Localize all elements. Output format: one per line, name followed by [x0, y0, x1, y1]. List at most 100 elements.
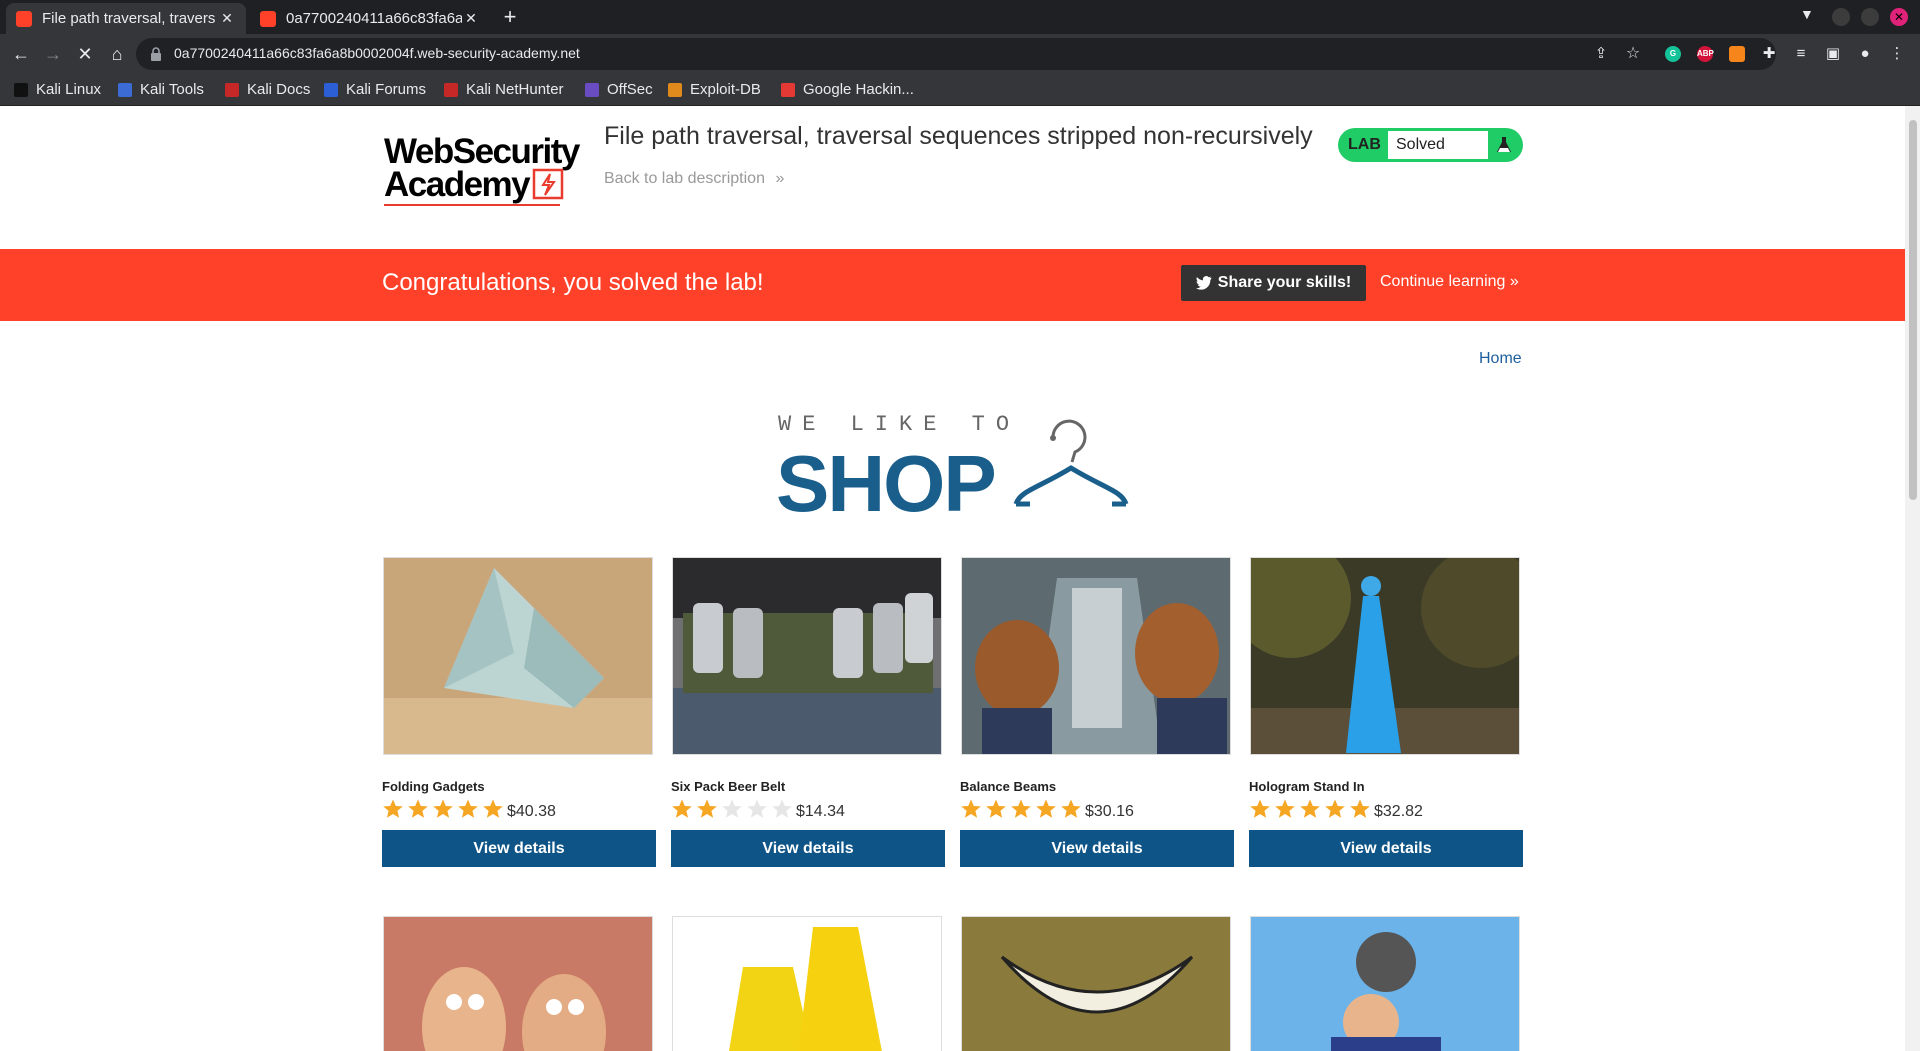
star-filled-icon	[1061, 799, 1081, 818]
metamask-icon[interactable]	[1729, 46, 1745, 62]
share-skills-button[interactable]: Share your skills!	[1181, 265, 1366, 301]
star-filled-icon	[1300, 799, 1320, 818]
star-filled-icon	[458, 799, 478, 818]
bookmark-star-icon[interactable]: ☆	[1622, 43, 1644, 65]
bookmark-google-hacking[interactable]: Google Hackin...	[781, 81, 914, 98]
hanger-icon	[1013, 419, 1129, 507]
close-window-button[interactable]: ✕	[1890, 8, 1908, 26]
view-details-button[interactable]: View details	[382, 830, 656, 867]
product-image[interactable]	[672, 916, 942, 1051]
logo-line-2: Academy	[384, 165, 531, 204]
forward-icon[interactable]: →	[42, 43, 64, 65]
extensions-icon[interactable]: ✚	[1758, 43, 1780, 65]
exploit-db-icon	[668, 82, 682, 97]
product-name: Balance Beams	[960, 779, 1057, 794]
portswigger-icon	[16, 10, 32, 27]
continue-learning-link[interactable]: Continue learning »	[1380, 273, 1519, 291]
star-filled-icon	[1275, 799, 1295, 818]
close-icon[interactable]: ✕	[462, 10, 480, 27]
ghdb-icon	[781, 82, 795, 97]
product-image[interactable]	[1250, 916, 1520, 1051]
share-icon[interactable]: ⇪	[1590, 43, 1612, 65]
kali-icon	[14, 82, 28, 97]
portswigger-icon	[260, 10, 276, 27]
bookmark-kali-linux[interactable]: Kali Linux	[14, 81, 101, 98]
browser-toolbar: ← → ✕ ⌂ 0a7700240411a66c83fa6a8b0002004f…	[0, 34, 1920, 74]
web-security-academy-logo[interactable]: WebSecurity Academy	[384, 126, 584, 206]
tab-title: 0a7700240411a66c83fa6a	[286, 10, 462, 27]
twitter-icon	[1195, 276, 1212, 290]
lightning-icon	[532, 168, 564, 200]
bookmark-label: Kali NetHunter	[466, 81, 564, 98]
continue-label: Continue learning	[1380, 273, 1506, 290]
rating-stars	[382, 798, 507, 820]
product-image-hologram-stand-in[interactable]	[1250, 557, 1520, 755]
new-tab-button[interactable]: +	[497, 4, 523, 30]
congrats-message: Congratulations, you solved the lab!	[382, 269, 764, 296]
maximize-button[interactable]	[1861, 8, 1879, 26]
rating-stars	[1249, 798, 1374, 820]
bookmark-kali-nethunter[interactable]: Kali NetHunter	[444, 81, 564, 98]
kali-forums-icon	[324, 82, 338, 97]
back-link-label: Back to lab description	[604, 170, 765, 187]
menu-icon[interactable]: ⋮	[1886, 43, 1908, 65]
home-icon[interactable]: ⌂	[106, 43, 128, 65]
double-chevron-right-icon: »	[775, 170, 785, 187]
product-name: Hologram Stand In	[1249, 779, 1365, 794]
url-text[interactable]: 0a7700240411a66c83fa6a8b0002004f.web-sec…	[174, 45, 580, 61]
chevron-down-icon[interactable]: ▼	[1800, 6, 1814, 22]
rating-stars	[960, 798, 1085, 820]
star-filled-icon	[672, 799, 692, 818]
logo-underline	[384, 204, 560, 206]
adblock-icon[interactable]: ABP	[1697, 46, 1714, 62]
star-empty-icon	[722, 799, 742, 818]
kali-tools-icon	[118, 82, 132, 97]
grammarly-icon[interactable]: G	[1665, 46, 1681, 62]
bookmark-label: Exploit-DB	[690, 81, 761, 98]
view-details-button[interactable]: View details	[1249, 830, 1523, 867]
close-icon[interactable]: ✕	[218, 10, 236, 27]
scrollbar-thumb[interactable]	[1909, 120, 1917, 500]
product-image-balance-beams[interactable]	[961, 557, 1231, 755]
star-empty-icon	[772, 799, 792, 818]
product-image[interactable]	[383, 916, 653, 1051]
bookmark-label: Kali Linux	[36, 81, 102, 98]
profile-icon[interactable]: ●	[1854, 43, 1876, 65]
product-price: $30.16	[1085, 803, 1134, 820]
share-label: Share your skills!	[1217, 274, 1352, 291]
product-price: $32.82	[1374, 803, 1423, 820]
reading-list-icon[interactable]: ≡	[1790, 43, 1812, 65]
back-to-lab-link[interactable]: Back to lab description »	[604, 170, 784, 188]
tab-image[interactable]: 0a7700240411a66c83fa6a ✕	[250, 3, 490, 34]
bookmark-kali-tools[interactable]: Kali Tools	[118, 81, 204, 98]
back-icon[interactable]: ←	[10, 43, 32, 65]
home-link[interactable]: Home	[1479, 350, 1522, 368]
tab-lab[interactable]: File path traversal, travers ✕	[6, 3, 246, 34]
bookmark-label: OffSec	[607, 81, 653, 98]
bookmarks-bar: Kali Linux Kali Tools Kali Docs Kali For…	[0, 74, 1920, 106]
minimize-button[interactable]	[1832, 8, 1850, 26]
lab-status-widget: LAB Solved	[1338, 128, 1523, 162]
lock-icon[interactable]	[150, 47, 162, 61]
bookmark-offsec[interactable]: OffSec	[585, 81, 653, 98]
bookmark-label: Kali Tools	[140, 81, 204, 98]
bookmark-exploit-db[interactable]: Exploit-DB	[668, 81, 761, 98]
page-content: WebSecurity Academy File path traversal,…	[0, 106, 1905, 1051]
view-details-button[interactable]: View details	[671, 830, 945, 867]
side-panel-icon[interactable]: ▣	[1822, 43, 1844, 65]
bookmark-kali-docs[interactable]: Kali Docs	[225, 81, 310, 98]
solved-banner: Congratulations, you solved the lab! Sha…	[0, 249, 1905, 321]
product-image[interactable]	[961, 916, 1231, 1051]
product-image-folding-gadgets[interactable]	[383, 557, 653, 755]
star-filled-icon	[1250, 799, 1270, 818]
tab-strip: File path traversal, travers ✕ 0a7700240…	[0, 0, 1920, 34]
star-filled-icon	[697, 799, 717, 818]
shop-logo-title: SHOP	[776, 439, 997, 528]
bookmark-kali-forums[interactable]: Kali Forums	[324, 81, 426, 98]
product-name: Six Pack Beer Belt	[671, 779, 786, 794]
stop-icon[interactable]: ✕	[74, 43, 96, 65]
star-filled-icon	[433, 799, 453, 818]
product-image-six-pack-beer-belt[interactable]	[672, 557, 942, 755]
star-filled-icon	[986, 799, 1006, 818]
view-details-button[interactable]: View details	[960, 830, 1234, 867]
